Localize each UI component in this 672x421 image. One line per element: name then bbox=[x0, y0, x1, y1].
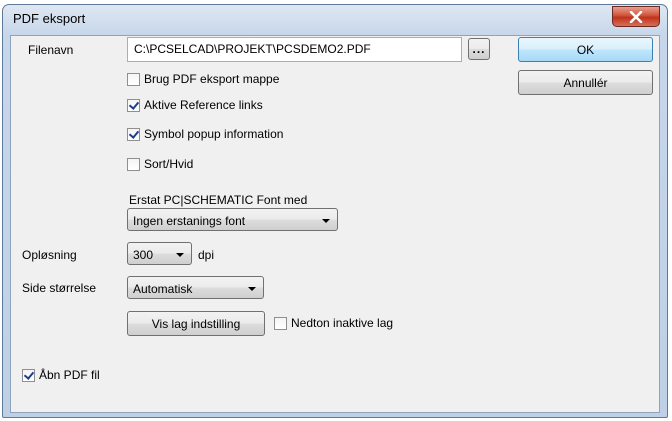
browse-button[interactable]: ... bbox=[468, 38, 490, 60]
close-icon bbox=[629, 10, 643, 23]
checkbox-label: Aktive Reference links bbox=[144, 98, 263, 112]
dialog-title: PDF eksport bbox=[13, 11, 86, 26]
checkbox-box[interactable] bbox=[127, 98, 140, 112]
close-button[interactable] bbox=[612, 6, 660, 27]
checkbox-box[interactable] bbox=[127, 72, 140, 86]
resolution-label: Opløsning bbox=[22, 248, 77, 262]
brug-pdf-mappe-checkbox[interactable]: Brug PDF eksport mappe bbox=[127, 72, 279, 86]
font-replace-value: Ingen erstanings font bbox=[133, 214, 246, 228]
checkbox-box[interactable] bbox=[127, 157, 140, 171]
aktive-reference-links-checkbox[interactable]: Aktive Reference links bbox=[127, 98, 263, 112]
font-replace-label: Erstat PC|SCHEMATIC Font med bbox=[129, 193, 308, 207]
dialog-body: Filenavn C:\PCSELCAD\PROJEKT\PCSDEMO2.PD… bbox=[10, 35, 660, 413]
page-size-label: Side størrelse bbox=[22, 281, 97, 295]
filename-label: Filenavn bbox=[28, 43, 74, 57]
sort-hvid-checkbox[interactable]: Sort/Hvid bbox=[127, 157, 193, 171]
chevron-down-icon bbox=[322, 219, 330, 223]
checkbox-label: Åbn PDF fil bbox=[39, 368, 100, 382]
checkbox-box[interactable] bbox=[22, 368, 35, 382]
resolution-value: 300 bbox=[133, 248, 154, 262]
open-pdf-checkbox[interactable]: Åbn PDF fil bbox=[22, 368, 100, 382]
dim-inactive-layers-checkbox[interactable]: Nedton inaktive lag bbox=[274, 316, 393, 330]
filename-input[interactable]: C:\PCSELCAD\PROJEKT\PCSDEMO2.PDF bbox=[127, 37, 462, 62]
page-size-value: Automatisk bbox=[133, 282, 193, 296]
checkbox-label: Sort/Hvid bbox=[144, 157, 194, 171]
checkbox-label: Nedton inaktive lag bbox=[291, 316, 394, 330]
checkbox-label: Brug PDF eksport mappe bbox=[144, 72, 280, 86]
checkbox-label: Symbol popup information bbox=[144, 127, 284, 141]
symbol-popup-checkbox[interactable]: Symbol popup information bbox=[127, 127, 283, 141]
page-size-dropdown[interactable]: Automatisk bbox=[127, 276, 264, 299]
chevron-down-icon bbox=[176, 253, 184, 257]
ok-button[interactable]: OK bbox=[518, 37, 653, 62]
resolution-dropdown[interactable]: 300 bbox=[127, 242, 192, 265]
cancel-button[interactable]: Annullér bbox=[518, 70, 653, 95]
checkbox-box[interactable] bbox=[127, 127, 140, 141]
pdf-export-dialog: PDF eksport Filenavn C:\PCSELCAD\PROJEKT… bbox=[2, 4, 668, 418]
title-bar[interactable]: PDF eksport bbox=[3, 5, 667, 35]
checkbox-box[interactable] bbox=[274, 316, 287, 330]
font-replace-dropdown[interactable]: Ingen erstanings font bbox=[127, 208, 338, 231]
dpi-unit-label: dpi bbox=[198, 248, 215, 262]
chevron-down-icon bbox=[248, 287, 256, 291]
layer-settings-button[interactable]: Vis lag indstilling bbox=[127, 311, 265, 336]
